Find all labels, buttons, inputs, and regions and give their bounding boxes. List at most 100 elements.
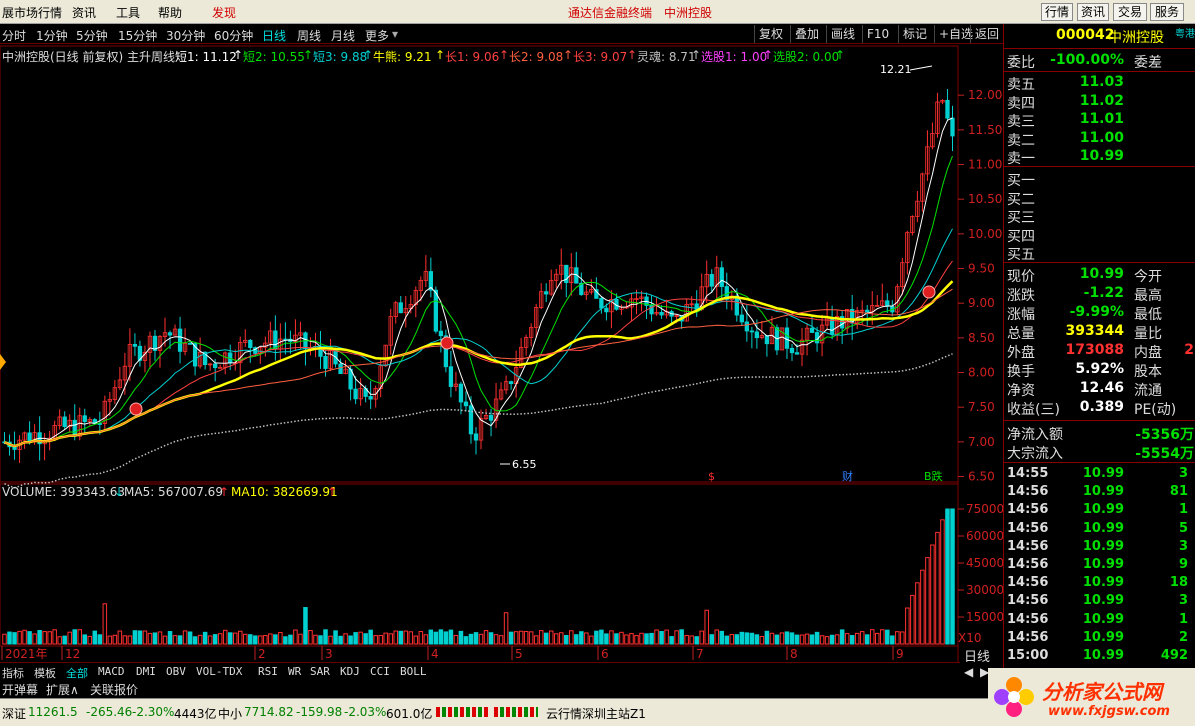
period-1min[interactable]: 1分钟 [36, 27, 68, 44]
menu-tools[interactable]: 工具 [116, 4, 140, 21]
ask-row[interactable]: 卖一 10.99 [1004, 148, 1195, 167]
bid-row[interactable]: 买四 [1004, 226, 1195, 245]
period-30min[interactable]: 30分钟 [166, 27, 205, 44]
period-more[interactable]: 更多 [365, 27, 389, 44]
volume-bar [127, 635, 133, 645]
danmaku-button[interactable]: 开弹幕 [2, 681, 38, 698]
menu-info[interactable]: 资讯 [72, 4, 96, 21]
candle-body [218, 366, 223, 369]
stat-row: 净资 12.46 流通 [1004, 380, 1195, 399]
indicator-tab[interactable]: CCI [370, 665, 390, 678]
menu-market[interactable]: 展市场行情 [2, 4, 62, 21]
bid-row[interactable]: 买二 [1004, 189, 1195, 208]
period-daily[interactable]: 日线 [262, 27, 286, 44]
volume-bar [363, 633, 368, 645]
indicator-legend: 中洲控股(日线 前复权) 主升周线 短1: 11.12 ↑ 短2: 10.55 ↑ 短3… [0, 46, 960, 64]
indicator-tab[interactable]: 模板 [34, 665, 56, 681]
bid-row[interactable]: 买五 [1004, 244, 1195, 263]
volume-bar [794, 634, 800, 645]
volume-bar [62, 635, 67, 645]
tick-row: 14:56 10.99 3 [1004, 539, 1195, 557]
indicator-tab[interactable]: DMI [136, 665, 156, 678]
volume-bar [759, 635, 765, 645]
date-tick-label: 4 [431, 647, 439, 661]
volume-bar [885, 629, 890, 645]
left-arrow-icon[interactable]: ◀ [964, 665, 973, 679]
ask-row[interactable]: 卖三 11.01 [1004, 111, 1195, 130]
stat-value: -9.99% [1069, 304, 1124, 320]
high-pointer [909, 65, 933, 71]
bid-row[interactable]: 买三 [1004, 207, 1195, 226]
related-quote-button[interactable]: 关联报价 [90, 681, 138, 698]
date-tick-label: 6 [601, 647, 609, 661]
service-button[interactable]: 服务 [1150, 3, 1184, 21]
period-bar: 分时 1分钟 5分钟 15分钟 30分钟 60分钟 日线 周线 月线 更多 ▾ … [0, 24, 1003, 44]
indicator-tab[interactable]: BOLL [400, 665, 427, 678]
volume-bar [734, 634, 740, 645]
indicator-tab[interactable]: OBV [166, 665, 186, 678]
candle-body [764, 335, 770, 345]
candle-body [187, 342, 193, 345]
f10-button[interactable]: F10 [862, 25, 893, 43]
info-button[interactable]: 资讯 [1077, 3, 1109, 21]
period-monthly[interactable]: 月线 [331, 27, 355, 44]
volume-bar [212, 634, 218, 645]
period-weekly[interactable]: 周线 [297, 27, 321, 44]
stat-label: 收益(三) [1007, 402, 1060, 418]
ask-row[interactable]: 卖四 11.02 [1004, 93, 1195, 112]
overlay-button[interactable]: 叠加 [790, 25, 823, 43]
ask-row[interactable]: 卖五 11.03 [1004, 74, 1195, 93]
period-intraday[interactable]: 分时 [2, 27, 26, 44]
menu-help[interactable]: 帮助 [158, 4, 182, 21]
ask-row[interactable]: 卖二 11.00 [1004, 130, 1195, 149]
candle-body [213, 363, 218, 369]
ma-line [4, 288, 953, 447]
adjust-button[interactable]: 复权 [754, 25, 787, 43]
candle-body [27, 432, 32, 443]
period-15min[interactable]: 15分钟 [118, 27, 157, 44]
price-tick-label: 8.50 [968, 331, 995, 345]
bid-row[interactable]: 买一 [1004, 170, 1195, 189]
legend-item: 长1: 9.06 [445, 50, 500, 64]
indicator-tab[interactable]: VOL-TDX [196, 665, 242, 678]
indicator-tab[interactable]: MACD [98, 665, 125, 678]
legend-arrow-icon: ↑ [691, 48, 702, 62]
quote-button[interactable]: 行情 [1041, 3, 1073, 21]
indicator-tab[interactable]: RSI [258, 665, 278, 678]
stat-row: 涨跌 -1.22 最高 [1004, 285, 1195, 304]
indicator-tab[interactable]: WR [288, 665, 301, 678]
indicator-tab[interactable]: KDJ [340, 665, 360, 678]
price-tick-label: 12.00 [968, 88, 1002, 102]
mark-button[interactable]: 标记 [898, 25, 931, 43]
trade-button[interactable]: 交易 [1113, 3, 1147, 21]
period-label: 日线 [964, 650, 991, 665]
period-60min[interactable]: 60分钟 [214, 27, 253, 44]
ma-line [3, 280, 954, 448]
volume-bar [293, 629, 298, 645]
volume-bar [458, 630, 464, 645]
tick-volume: 3 [1178, 593, 1188, 609]
indicator-tab[interactable]: 指标 [2, 665, 24, 681]
weibi-value: -100.00% [1050, 52, 1124, 68]
volume-bar [604, 633, 609, 645]
stat-label-2: 今开 [1134, 269, 1162, 285]
menu-discover[interactable]: 发现 [212, 4, 236, 21]
indicator-tab[interactable]: 全部 [66, 665, 88, 681]
volume-bar [513, 631, 519, 645]
volume-bar [182, 630, 188, 645]
volume-bar [222, 629, 228, 645]
volume-bar [880, 629, 885, 645]
volume-bar [684, 635, 689, 645]
kline-chart[interactable]: 12.00 11.50 11.00 10.50 10.00 9.50 9.00 8.50 8.0… [0, 44, 1003, 662]
indicator-tab[interactable]: SAR [310, 665, 330, 678]
more-arrow-icon[interactable]: ▾ [392, 27, 398, 41]
volume-bar [694, 636, 699, 645]
volume-bar [639, 632, 644, 645]
draw-button[interactable]: 画线 [826, 25, 859, 43]
volume-bar [910, 594, 915, 645]
tick-volume: 9 [1178, 557, 1188, 572]
tick-time: 14:56 [1007, 557, 1049, 572]
back-button[interactable]: 返回 [970, 25, 1003, 43]
expand-button[interactable]: 扩展∧ [46, 681, 79, 698]
period-5min[interactable]: 5分钟 [76, 27, 108, 44]
